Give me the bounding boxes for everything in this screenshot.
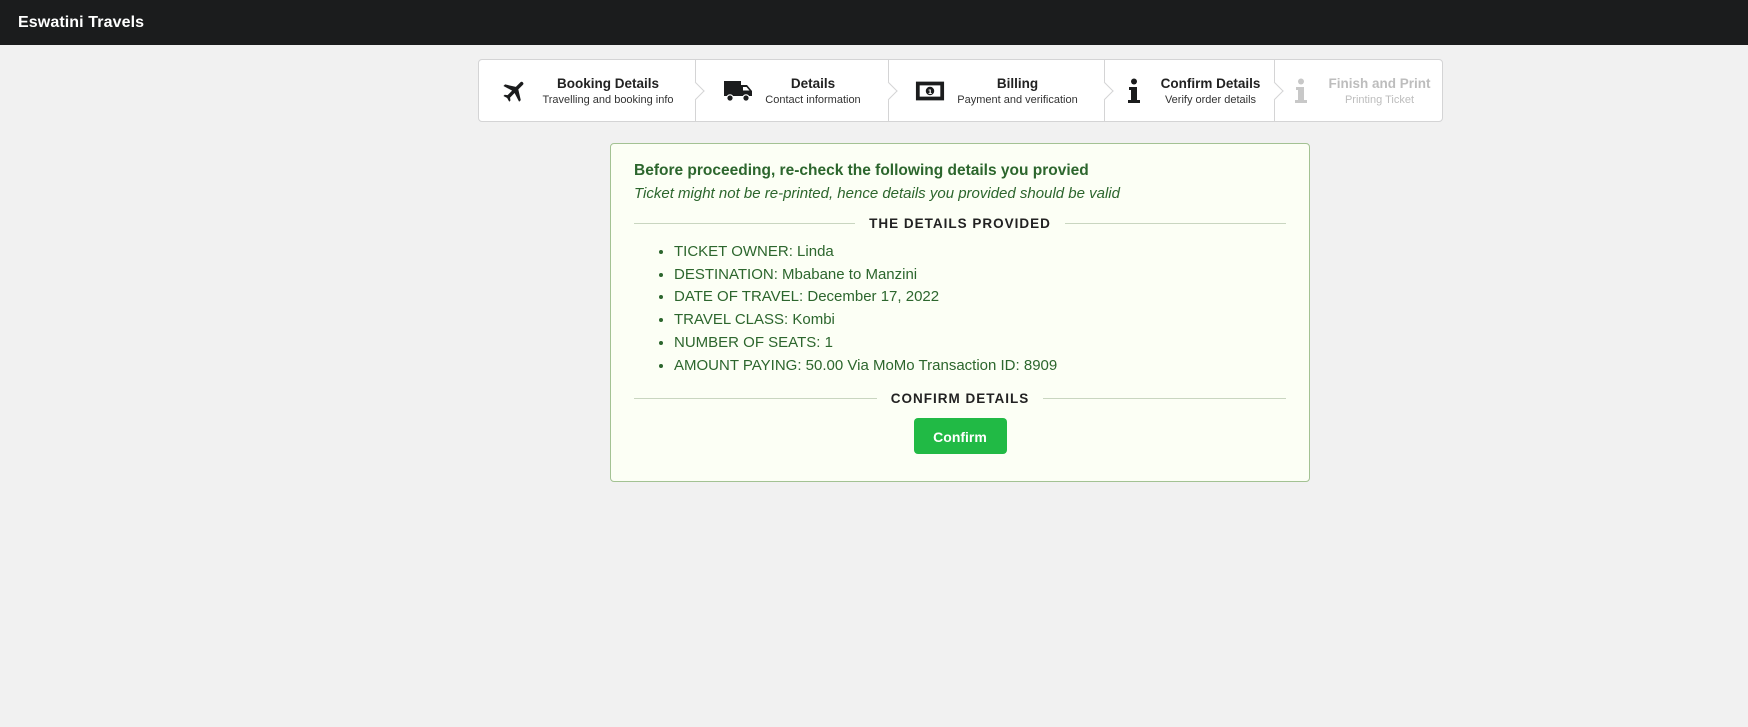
step-title: Finish and Print: [1328, 75, 1431, 91]
info-icon: [1286, 76, 1316, 106]
plane-icon: [500, 76, 530, 106]
confirm-button[interactable]: Confirm: [913, 418, 1007, 455]
top-menu-bar: Eswatini Travels: [0, 0, 1748, 45]
details-list: TICKET OWNER: Linda DESTINATION: Mbabane…: [634, 241, 1286, 377]
step-finish-and-print: Finish and Print Printing Ticket: [1275, 60, 1442, 121]
panel-subheader: Ticket might not be re-printed, hence de…: [634, 185, 1120, 202]
step-details[interactable]: Details Contact information: [696, 60, 898, 121]
step-description: Travelling and booking info: [542, 93, 674, 106]
detail-number-of-seats: NUMBER OF SEATS: 1: [674, 332, 1286, 355]
detail-ticket-owner: TICKET OWNER: Linda: [674, 241, 1286, 264]
step-title: Billing: [996, 75, 1039, 91]
step-description: Verify order details: [1164, 93, 1257, 106]
confirm-divider: CONFIRM DETAILS: [634, 391, 1286, 406]
money-bill-icon: 1: [915, 76, 945, 106]
detail-destination: DESTINATION: Mbabane to Manzini: [674, 264, 1286, 287]
svg-text:1: 1: [928, 87, 933, 95]
truck-icon: [723, 76, 753, 106]
detail-amount-paying: AMOUNT PAYING: 50.00 Via MoMo Transactio…: [674, 355, 1286, 378]
confirmation-panel: Before proceeding, re-check the followin…: [610, 143, 1310, 482]
detail-date-of-travel: DATE OF TRAVEL: December 17, 2022: [674, 286, 1286, 309]
step-billing[interactable]: 1 Billing Payment and verification: [889, 60, 1114, 121]
step-title: Details: [790, 75, 836, 91]
progress-steps: Booking Details Travelling and booking i…: [478, 59, 1443, 122]
step-booking-details[interactable]: Booking Details Travelling and booking i…: [479, 60, 705, 121]
info-icon: [1119, 76, 1149, 106]
panel-header: Before proceeding, re-check the followin…: [634, 162, 1089, 179]
details-divider-label: THE DETAILS PROVIDED: [869, 216, 1051, 231]
step-description: Payment and verification: [957, 93, 1078, 106]
step-confirm-details[interactable]: Confirm Details Verify order details: [1105, 60, 1284, 121]
confirm-button-wrap: Confirm: [634, 418, 1286, 455]
step-description: Printing Ticket: [1344, 93, 1415, 106]
details-divider: THE DETAILS PROVIDED: [634, 216, 1286, 231]
detail-travel-class: TRAVEL CLASS: Kombi: [674, 309, 1286, 332]
confirm-divider-label: CONFIRM DETAILS: [890, 391, 1030, 407]
app-title[interactable]: Eswatini Travels: [18, 14, 144, 32]
step-title: Confirm Details: [1160, 75, 1261, 91]
step-title: Booking Details: [556, 75, 659, 91]
step-description: Contact information: [765, 93, 861, 106]
